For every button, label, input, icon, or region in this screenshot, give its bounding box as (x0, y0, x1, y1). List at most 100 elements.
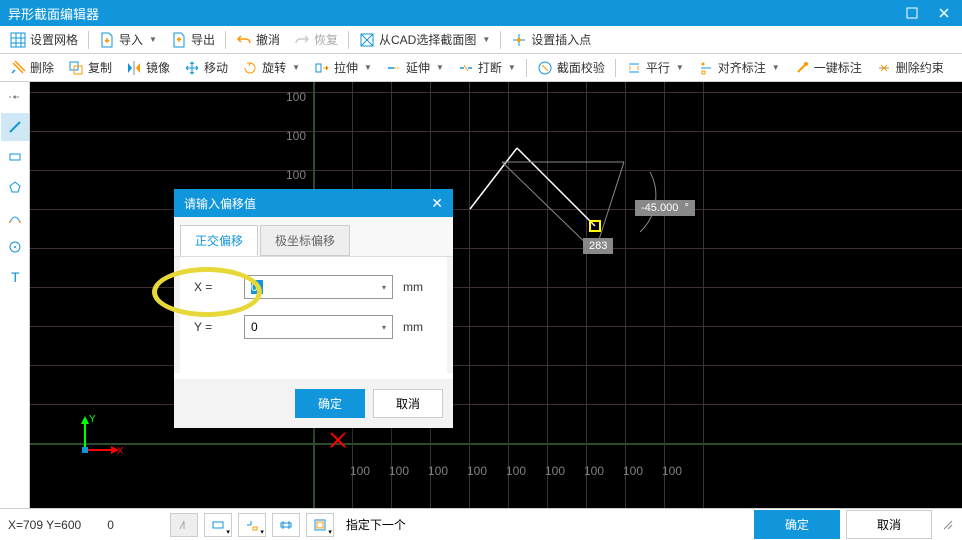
y-input[interactable]: ▾ (244, 315, 393, 339)
stretch-icon (314, 60, 330, 76)
x-grid-label: 100 (428, 464, 448, 478)
x-input[interactable]: ▾ (244, 275, 393, 299)
x-label: X = (194, 280, 234, 294)
arc-tool[interactable] (1, 203, 29, 231)
toolbar-secondary: 删除 复制 镜像 移动 旋转 ▼ 拉伸 ▼ 延伸 ▼ 打断 ▼ 截面校验 平行 (0, 54, 962, 82)
delete-constraint-button[interactable]: 删除约束 (870, 57, 950, 78)
y-grid-label: 100 (286, 90, 306, 104)
y-label: Y = (194, 320, 234, 334)
origin-marker (328, 430, 348, 450)
toolbar-primary: 设置网格 导入 ▼ 导出 撤消 恢复 从CAD选择截面图 ▼ 设置插入点 (0, 26, 962, 54)
undo-label: 撤消 (256, 31, 280, 48)
dialog-cancel-button[interactable]: 取消 (373, 389, 443, 418)
set-insert-button[interactable]: 设置插入点 (505, 29, 597, 50)
set-grid-button[interactable]: 设置网格 (4, 29, 84, 50)
tab-polar-offset[interactable]: 极坐标偏移 (260, 225, 350, 256)
dialog-close-button[interactable]: ✕ (431, 195, 443, 212)
dropdown-arrow-icon: ▼ (772, 63, 780, 72)
grid-icon (10, 32, 26, 48)
mirror-label: 镜像 (146, 59, 170, 76)
rect-tool[interactable] (1, 143, 29, 171)
extend-label: 延伸 (406, 59, 430, 76)
extend-button[interactable]: 延伸 ▼ (380, 57, 450, 78)
status-ok-button[interactable]: 确定 (754, 510, 840, 539)
dialog-title: 请输入偏移值 (184, 195, 431, 212)
move-icon (184, 60, 200, 76)
redo-button[interactable]: 恢复 (288, 29, 344, 50)
copy-button[interactable]: 复制 (62, 57, 118, 78)
one-click-label: 一键标注 (814, 59, 862, 76)
dialog-ok-button[interactable]: 确定 (295, 389, 365, 418)
move-label: 移动 (204, 59, 228, 76)
x-unit: mm (403, 280, 433, 294)
x-grid-label: 100 (467, 464, 487, 478)
x-grid-label: 100 (350, 464, 370, 478)
dropdown-arrow-icon: ▼ (149, 35, 157, 44)
delete-label: 删除 (30, 59, 54, 76)
svg-text:X: X (117, 446, 124, 457)
y-unit: mm (403, 320, 433, 334)
set-grid-label: 设置网格 (30, 31, 78, 48)
rotate-icon (242, 60, 258, 76)
break-button[interactable]: 打断 ▼ (452, 57, 522, 78)
move-button[interactable]: 移动 (178, 57, 234, 78)
delete-button[interactable]: 删除 (4, 57, 60, 78)
x-grid-label: 100 (545, 464, 565, 478)
minimize-button[interactable] (902, 3, 922, 23)
status-tool-5[interactable]: ▾ (306, 513, 334, 537)
point-tool[interactable] (1, 83, 29, 111)
export-button[interactable]: 导出 (165, 29, 221, 50)
window-title: 异形截面编辑器 (8, 4, 902, 23)
parallel-button[interactable]: 平行 ▼ (620, 57, 690, 78)
section-check-label: 截面校验 (557, 59, 605, 76)
dropdown-arrow-icon: ▼ (482, 35, 490, 44)
insert-point-icon (511, 32, 527, 48)
x-grid-label: 100 (662, 464, 682, 478)
section-check-icon (537, 60, 553, 76)
status-tool-2[interactable]: ▾ (204, 513, 232, 537)
status-tool-1[interactable] (170, 513, 198, 537)
status-next-label: 指定下一个 (346, 516, 406, 533)
dropdown-arrow-icon: ▼ (508, 63, 516, 72)
status-cancel-button[interactable]: 取消 (846, 510, 932, 539)
line-tool[interactable] (1, 113, 29, 141)
svg-text:T: T (11, 269, 20, 285)
undo-icon (236, 32, 252, 48)
undo-button[interactable]: 撤消 (230, 29, 286, 50)
close-button[interactable] (934, 3, 954, 23)
import-button[interactable]: 导入 ▼ (93, 29, 163, 50)
cursor-target-marker (589, 220, 601, 232)
align-label: 对齐标注 (718, 59, 766, 76)
status-tool-3[interactable]: ▾ (238, 513, 266, 537)
dropdown-arrow-icon: ▼ (676, 63, 684, 72)
select-cad-label: 从CAD选择截面图 (379, 31, 476, 48)
svg-text:Y: Y (89, 414, 96, 425)
one-click-button[interactable]: 一键标注 (788, 57, 868, 78)
status-tool-4[interactable] (272, 513, 300, 537)
set-insert-label: 设置插入点 (531, 31, 591, 48)
resize-grip-icon[interactable] (942, 519, 954, 531)
polygon-tool[interactable] (1, 173, 29, 201)
coordinate-indicator: Y X (75, 410, 125, 463)
copy-icon (68, 60, 84, 76)
dropdown-arrow-icon: ▼ (292, 63, 300, 72)
align-button[interactable]: 对齐标注 ▼ (692, 57, 786, 78)
parallel-label: 平行 (646, 59, 670, 76)
delete-icon (10, 60, 26, 76)
select-cad-button[interactable]: 从CAD选择截面图 ▼ (353, 29, 496, 50)
stretch-button[interactable]: 拉伸 ▼ (308, 57, 378, 78)
tab-ortho-offset[interactable]: 正交偏移 (180, 225, 258, 256)
drawing-canvas[interactable]: 100 100 100 100 100 100 100 100 100 100 … (30, 82, 962, 508)
delete-constraint-icon (876, 60, 892, 76)
stretch-label: 拉伸 (334, 59, 358, 76)
break-label: 打断 (478, 59, 502, 76)
import-label: 导入 (119, 31, 143, 48)
status-value: 0 (107, 518, 114, 532)
text-tool[interactable]: T (1, 263, 29, 291)
y-grid-label: 100 (286, 168, 306, 182)
circle-tool[interactable] (1, 233, 29, 261)
mirror-button[interactable]: 镜像 (120, 57, 176, 78)
rotate-button[interactable]: 旋转 ▼ (236, 57, 306, 78)
import-icon (99, 32, 115, 48)
section-check-button[interactable]: 截面校验 (531, 57, 611, 78)
